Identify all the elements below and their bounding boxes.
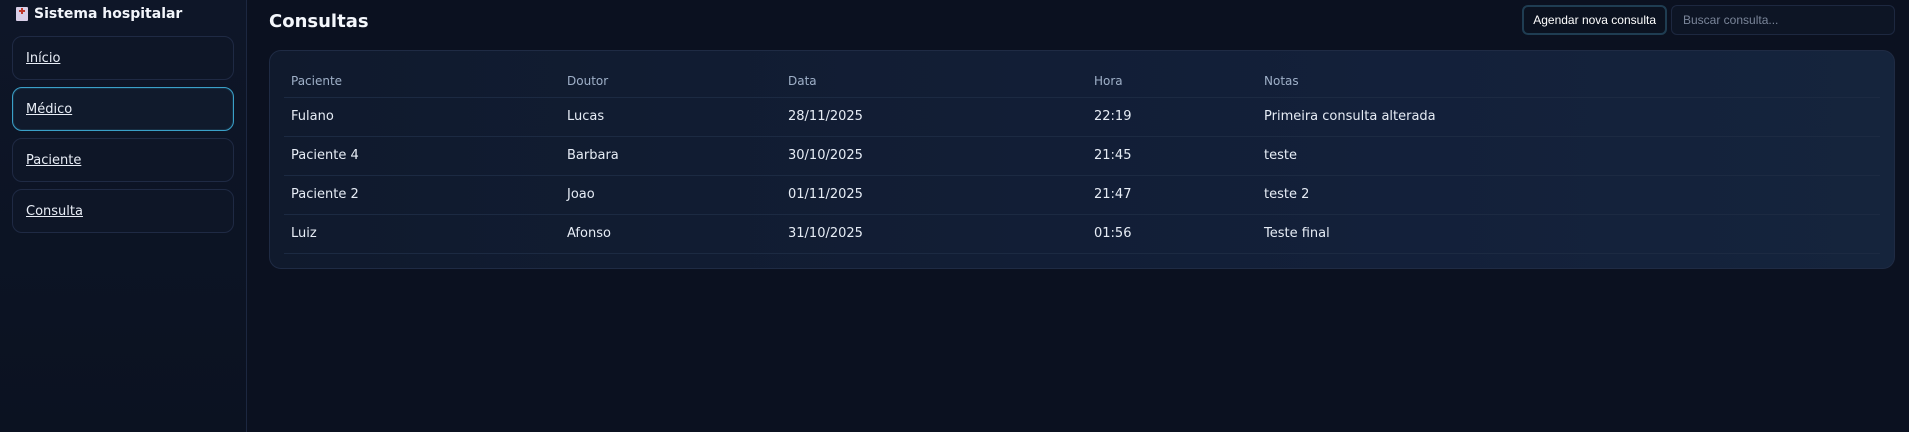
cell-hora: 01:56 [1087,214,1257,254]
hospital-icon [16,7,28,21]
sidebar-item-consulta[interactable]: Consulta [12,189,234,233]
cell-paciente: Paciente 4 [284,136,560,176]
cell-data: 01/11/2025 [781,175,1087,215]
column-header-hora: Hora [1087,65,1257,98]
header-actions: Agendar nova consulta [1522,5,1895,35]
cell-notas: teste [1257,136,1880,176]
cell-paciente: Paciente 2 [284,175,560,215]
table-row: Paciente 2 Joao 01/11/2025 21:47 teste 2 [284,175,1880,215]
appointments-table: Paciente Doutor Data Hora Notas Fulano L… [284,65,1880,254]
sidebar: Sistema hospitalar Início Médico Pacient… [0,0,247,432]
new-appointment-button[interactable]: Agendar nova consulta [1522,5,1667,35]
cell-notas: Teste final [1257,214,1880,254]
search-input[interactable] [1671,5,1895,35]
cell-data: 31/10/2025 [781,214,1087,254]
app-root: Sistema hospitalar Início Médico Pacient… [0,0,1909,432]
page-title: Consultas [269,10,369,32]
cell-doutor: Barbara [560,136,781,176]
table-row: Luiz Afonso 31/10/2025 01:56 Teste final [284,214,1880,254]
cell-doutor: Joao [560,175,781,215]
sidebar-item-paciente[interactable]: Paciente [12,138,234,182]
table-row: Paciente 4 Barbara 30/10/2025 21:45 test… [284,136,1880,176]
cell-hora: 21:45 [1087,136,1257,176]
column-header-paciente: Paciente [284,65,560,98]
topbar: Consultas Agendar nova consulta [269,0,1895,40]
cell-paciente: Fulano [284,97,560,137]
cell-notas: Primeira consulta alterada [1257,97,1880,137]
sidebar-item-medico[interactable]: Médico [12,87,234,131]
brand: Sistema hospitalar [12,0,234,28]
sidebar-item-inicio[interactable]: Início [12,36,234,80]
column-header-doutor: Doutor [560,65,781,98]
column-header-data: Data [781,65,1087,98]
table-row: Fulano Lucas 28/11/2025 22:19 Primeira c… [284,97,1880,137]
appointments-card: Paciente Doutor Data Hora Notas Fulano L… [269,50,1895,269]
brand-title: Sistema hospitalar [34,6,183,22]
cell-notas: teste 2 [1257,175,1880,215]
column-header-notas: Notas [1257,65,1880,98]
cell-doutor: Lucas [560,97,781,137]
sidebar-nav: Início Médico Paciente Consulta [12,36,234,233]
cell-hora: 22:19 [1087,97,1257,137]
table-header-row: Paciente Doutor Data Hora Notas [284,65,1880,98]
cell-paciente: Luiz [284,214,560,254]
cell-doutor: Afonso [560,214,781,254]
cell-data: 30/10/2025 [781,136,1087,176]
cell-data: 28/11/2025 [781,97,1087,137]
cell-hora: 21:47 [1087,175,1257,215]
main-content: Consultas Agendar nova consulta Paciente… [247,0,1909,432]
